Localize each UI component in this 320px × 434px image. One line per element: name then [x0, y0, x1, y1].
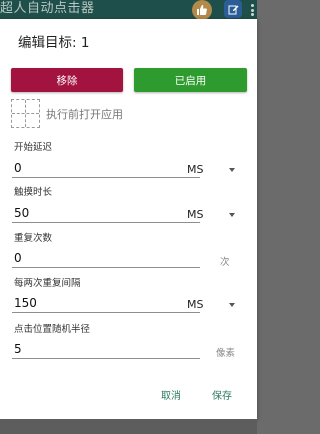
touch-duration-input[interactable]: 50 [12, 205, 200, 223]
touch-duration-unit-select[interactable]: MS [187, 208, 241, 224]
cancel-button[interactable]: 取消 [161, 387, 181, 402]
start-delay-label: 开始延迟 [14, 142, 53, 153]
remove-button[interactable]: 移除 [11, 68, 123, 92]
repeat-count-label: 重复次数 [14, 233, 53, 244]
dropdown-arrow-icon [229, 168, 235, 172]
app-title: 超人自动点击器 [0, 1, 95, 16]
repeat-interval-unit: MS [187, 298, 204, 311]
start-delay-input[interactable]: 0 [12, 160, 200, 178]
touch-duration-unit: MS [187, 208, 204, 221]
random-radius-unit: 像素 [216, 348, 236, 359]
repeat-count-input[interactable]: 0 [12, 250, 200, 268]
start-delay-unit-select[interactable]: MS [187, 163, 241, 179]
save-button[interactable]: 保存 [212, 387, 232, 402]
thumbs-up-icon [197, 5, 207, 15]
app-bar: 超人自动点击器 [0, 0, 257, 20]
edit-button[interactable] [224, 0, 242, 18]
more-vertical-icon[interactable] [250, 4, 254, 16]
start-delay-unit: MS [187, 163, 204, 176]
random-radius-label: 点击位置随机半径 [14, 324, 91, 335]
pick-app-icon[interactable] [11, 99, 40, 128]
dropdown-arrow-icon [229, 303, 235, 307]
edit-target-dialog: 编辑目标: 1 移除 已启用 执行前打开应用 开始延迟 0 MS 触摸时长 50… [0, 19, 257, 419]
pick-app-label: 执行前打开应用 [46, 108, 123, 121]
navigation-bar [0, 419, 257, 434]
repeat-interval-unit-select[interactable]: MS [187, 298, 241, 314]
random-radius-input[interactable]: 5 [12, 341, 200, 359]
repeat-interval-label: 每两次重复间隔 [14, 278, 81, 289]
repeat-count-unit: 次 [220, 257, 230, 268]
dropdown-arrow-icon [229, 213, 235, 217]
edit-icon [228, 5, 238, 14]
thumbs-up-button[interactable] [192, 0, 212, 20]
repeat-interval-input[interactable]: 150 [12, 295, 200, 313]
touch-duration-label: 触摸时长 [14, 187, 53, 198]
dialog-title: 编辑目标: 1 [18, 35, 90, 51]
enabled-toggle-button[interactable]: 已启用 [134, 68, 247, 92]
